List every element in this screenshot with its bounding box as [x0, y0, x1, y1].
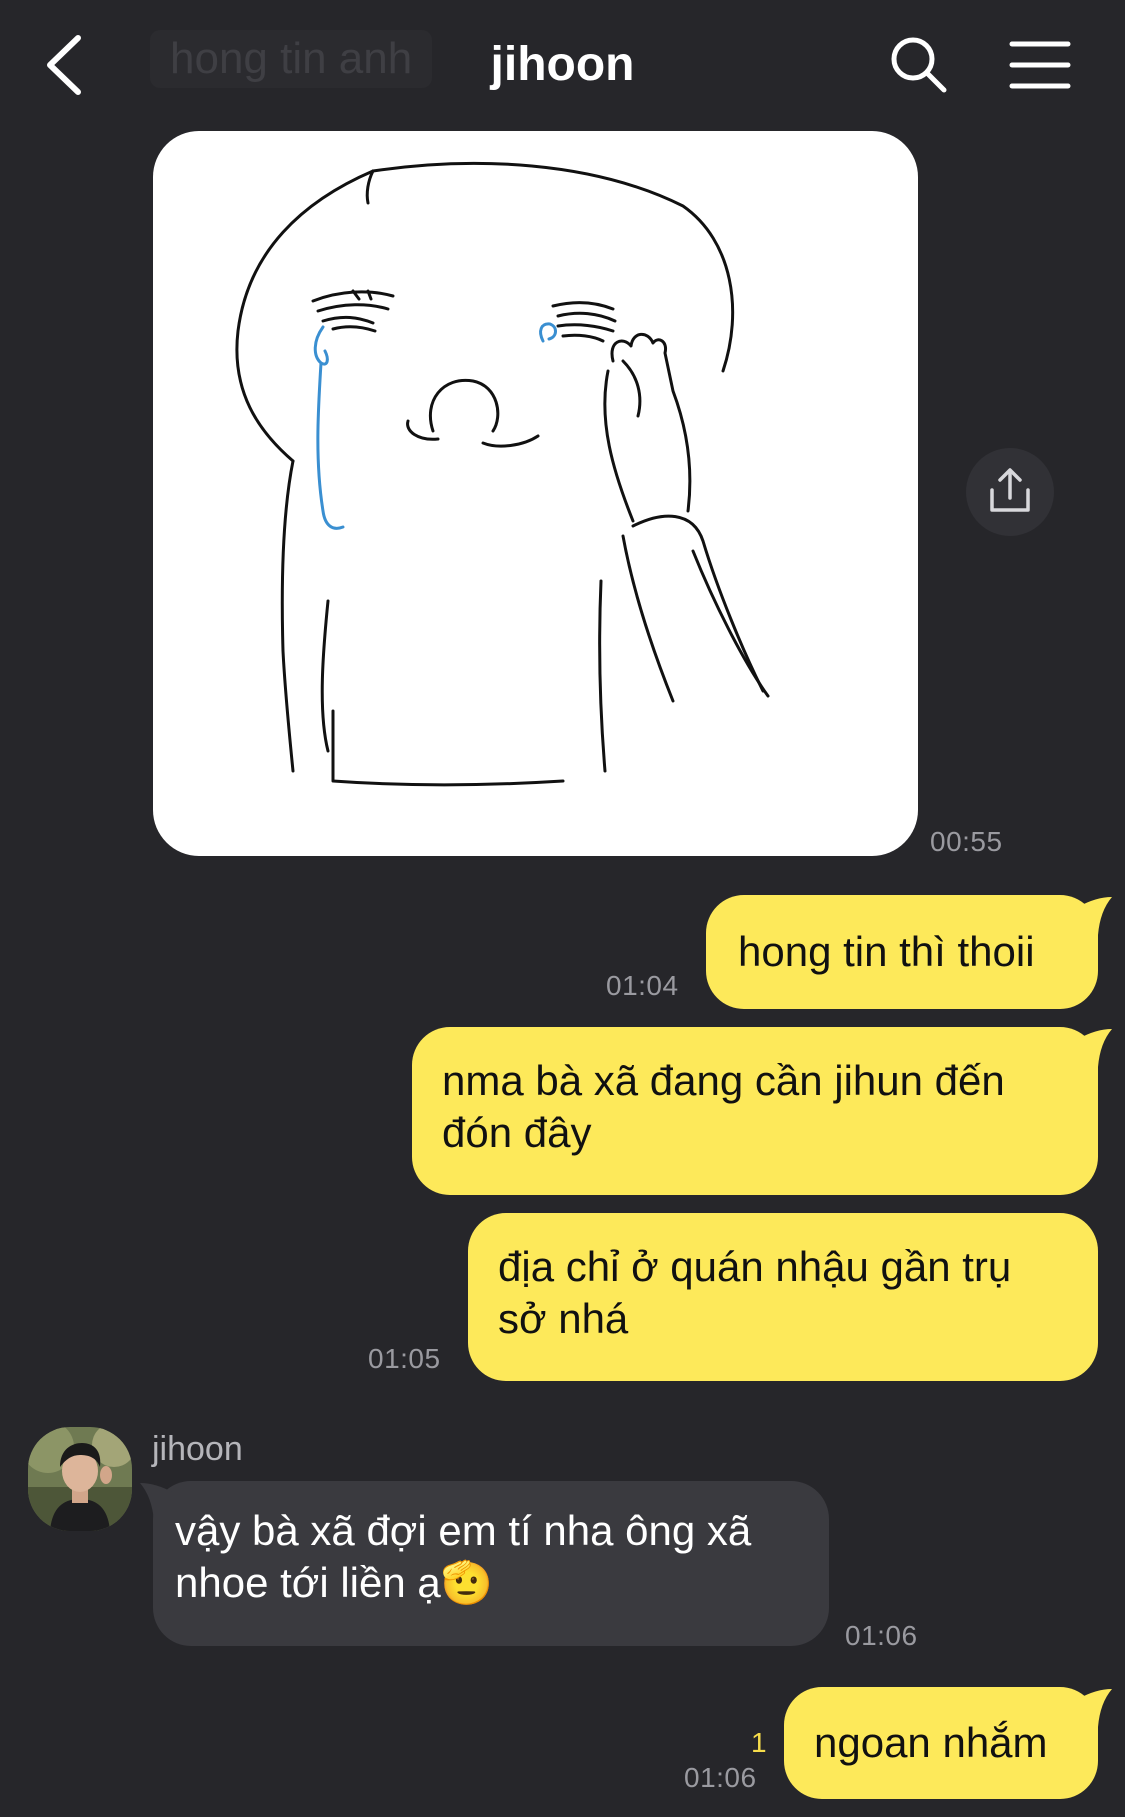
unread-count: 1 [751, 1727, 767, 1758]
my-message-bubble[interactable]: ngoan nhắm [784, 1687, 1098, 1799]
message-time: 00:55 [930, 826, 1003, 857]
my-message-bubble[interactable]: địa chỉ ở quán nhậu gần trụ sở nhá [468, 1213, 1098, 1381]
my-message-bubble[interactable]: nma bà xã đang cần jihun đến đón đây [412, 1027, 1098, 1195]
search-icon[interactable] [888, 34, 948, 94]
message-text-line: đón đây [442, 1109, 592, 1156]
message-text-line: nma bà xã đang cần jihun đến [442, 1057, 1005, 1104]
message-time: 01:04 [606, 970, 679, 1001]
chat-title: jihoon [490, 38, 635, 91]
my-message-bubble[interactable]: hong tin thì thoii [706, 895, 1098, 1009]
bubble-tail [1078, 1029, 1112, 1067]
avatar[interactable] [28, 1427, 132, 1531]
message-time: 01:06 [684, 1762, 757, 1793]
bubble-tail [140, 1483, 174, 1521]
share-button[interactable] [966, 448, 1054, 536]
bubble-tail [1078, 1689, 1112, 1727]
avatar-photo [28, 1427, 132, 1531]
message-text-line: sở nhá [498, 1295, 629, 1342]
bubble-tail [1078, 897, 1112, 935]
image-message[interactable] [153, 131, 918, 856]
chat-header: hong tin anh jihoon [0, 0, 1125, 130]
message-text: nhoe tới liền ạ [175, 1559, 441, 1606]
share-icon [990, 468, 1030, 512]
message-text: ngoan nhắm [814, 1719, 1048, 1766]
their-message-bubble[interactable]: vậy bà xã đợi em tí nha ông xã nhoe tới … [153, 1481, 829, 1646]
crying-face-sticker [235, 161, 770, 787]
menu-icon[interactable] [1008, 38, 1072, 92]
saluting-face-emoji: 🫡 [440, 1559, 494, 1606]
message-text-line: nhoe tới liền ạ🫡 [175, 1557, 829, 1609]
message-time: 01:05 [368, 1343, 441, 1374]
sender-name: jihoon [152, 1430, 243, 1468]
message-text: hong tin thì thoii [738, 928, 1035, 975]
message-text-line: địa chỉ ở quán nhậu gần trụ [498, 1243, 1012, 1290]
message-text-line: vậy bà xã đợi em tí nha ông xã [175, 1507, 752, 1554]
message-time: 01:06 [845, 1620, 918, 1651]
